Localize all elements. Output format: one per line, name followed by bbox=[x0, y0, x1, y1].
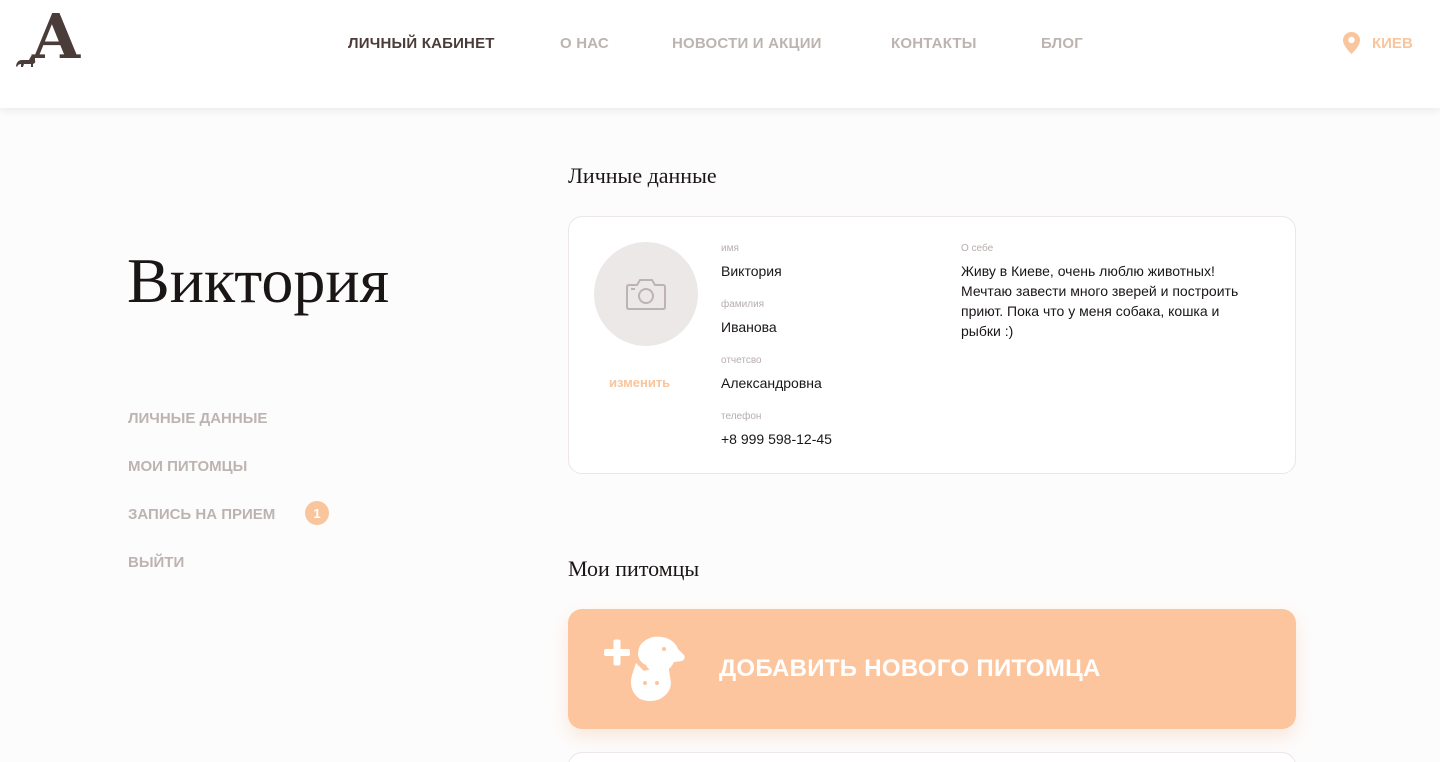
phone-value: +8 999 598-12-45 bbox=[721, 431, 832, 447]
main-nav: ЛИЧНЫЙ КАБИНЕТ О НАС НОВОСТИ И АКЦИИ КОН… bbox=[0, 35, 1440, 55]
avatar[interactable] bbox=[594, 242, 698, 346]
notification-badge: 1 bbox=[305, 501, 329, 525]
last-name-value: Иванова bbox=[721, 319, 777, 335]
sidebar-item-label: ЗАПИСЬ НА ПРИЕМ bbox=[128, 506, 276, 523]
nav-item-contacts[interactable]: КОНТАКТЫ bbox=[891, 35, 977, 52]
patronymic-label: отчетсво bbox=[721, 355, 762, 366]
last-name-label: фамилия bbox=[721, 299, 765, 310]
add-pet-label: ДОБАВИТЬ НОВОГО ПИТОМЦА bbox=[719, 655, 1101, 682]
patronymic-value: Александровна bbox=[721, 375, 822, 391]
first-name-value: Виктория bbox=[721, 263, 782, 279]
nav-item-account[interactable]: ЛИЧНЫЙ КАБИНЕТ bbox=[348, 35, 495, 52]
about-text: Живу в Киеве, очень люблю животных! Мечт… bbox=[961, 263, 1239, 339]
sidebar-item-appointment[interactable]: ЗАПИСЬ НА ПРИЕМ 1 bbox=[128, 501, 329, 525]
add-pet-icon bbox=[604, 636, 685, 701]
first-name-label: имя bbox=[721, 243, 739, 254]
personal-data-card: изменить имя Виктория фамилия Иванова от… bbox=[568, 216, 1296, 474]
personal-data-title: Личные данные bbox=[568, 163, 717, 188]
site-header: A ЛИЧНЫЙ КАБИНЕТ О НАС НОВОСТИ И АКЦИИ К… bbox=[0, 0, 1440, 108]
my-pets-title: Мои питомцы bbox=[568, 556, 700, 581]
nav-item-about[interactable]: О НАС bbox=[560, 35, 609, 52]
camera-icon bbox=[626, 279, 666, 310]
city-selector[interactable]: КИЕВ bbox=[1343, 31, 1413, 55]
phone-label: телефон bbox=[721, 411, 762, 422]
sidebar-item-my-pets[interactable]: МОИ ПИТОМЦЫ bbox=[128, 458, 247, 475]
city-label: КИЕВ bbox=[1372, 34, 1413, 52]
pet-card bbox=[568, 752, 1296, 762]
add-pet-button[interactable]: ДОБАВИТЬ НОВОГО ПИТОМЦА bbox=[568, 609, 1296, 729]
sidebar-item-logout[interactable]: ВЫЙТИ bbox=[128, 554, 184, 571]
about-label: О себе bbox=[961, 243, 994, 254]
nav-item-news[interactable]: НОВОСТИ И АКЦИИ bbox=[672, 35, 822, 52]
change-photo-link[interactable]: изменить bbox=[609, 375, 670, 390]
nav-item-blog[interactable]: БЛОГ bbox=[1041, 35, 1083, 52]
location-pin-icon bbox=[1343, 32, 1360, 54]
sidebar-item-personal-data[interactable]: ЛИЧНЫЕ ДАННЫЕ bbox=[128, 410, 267, 427]
user-name: Виктория bbox=[127, 245, 389, 316]
